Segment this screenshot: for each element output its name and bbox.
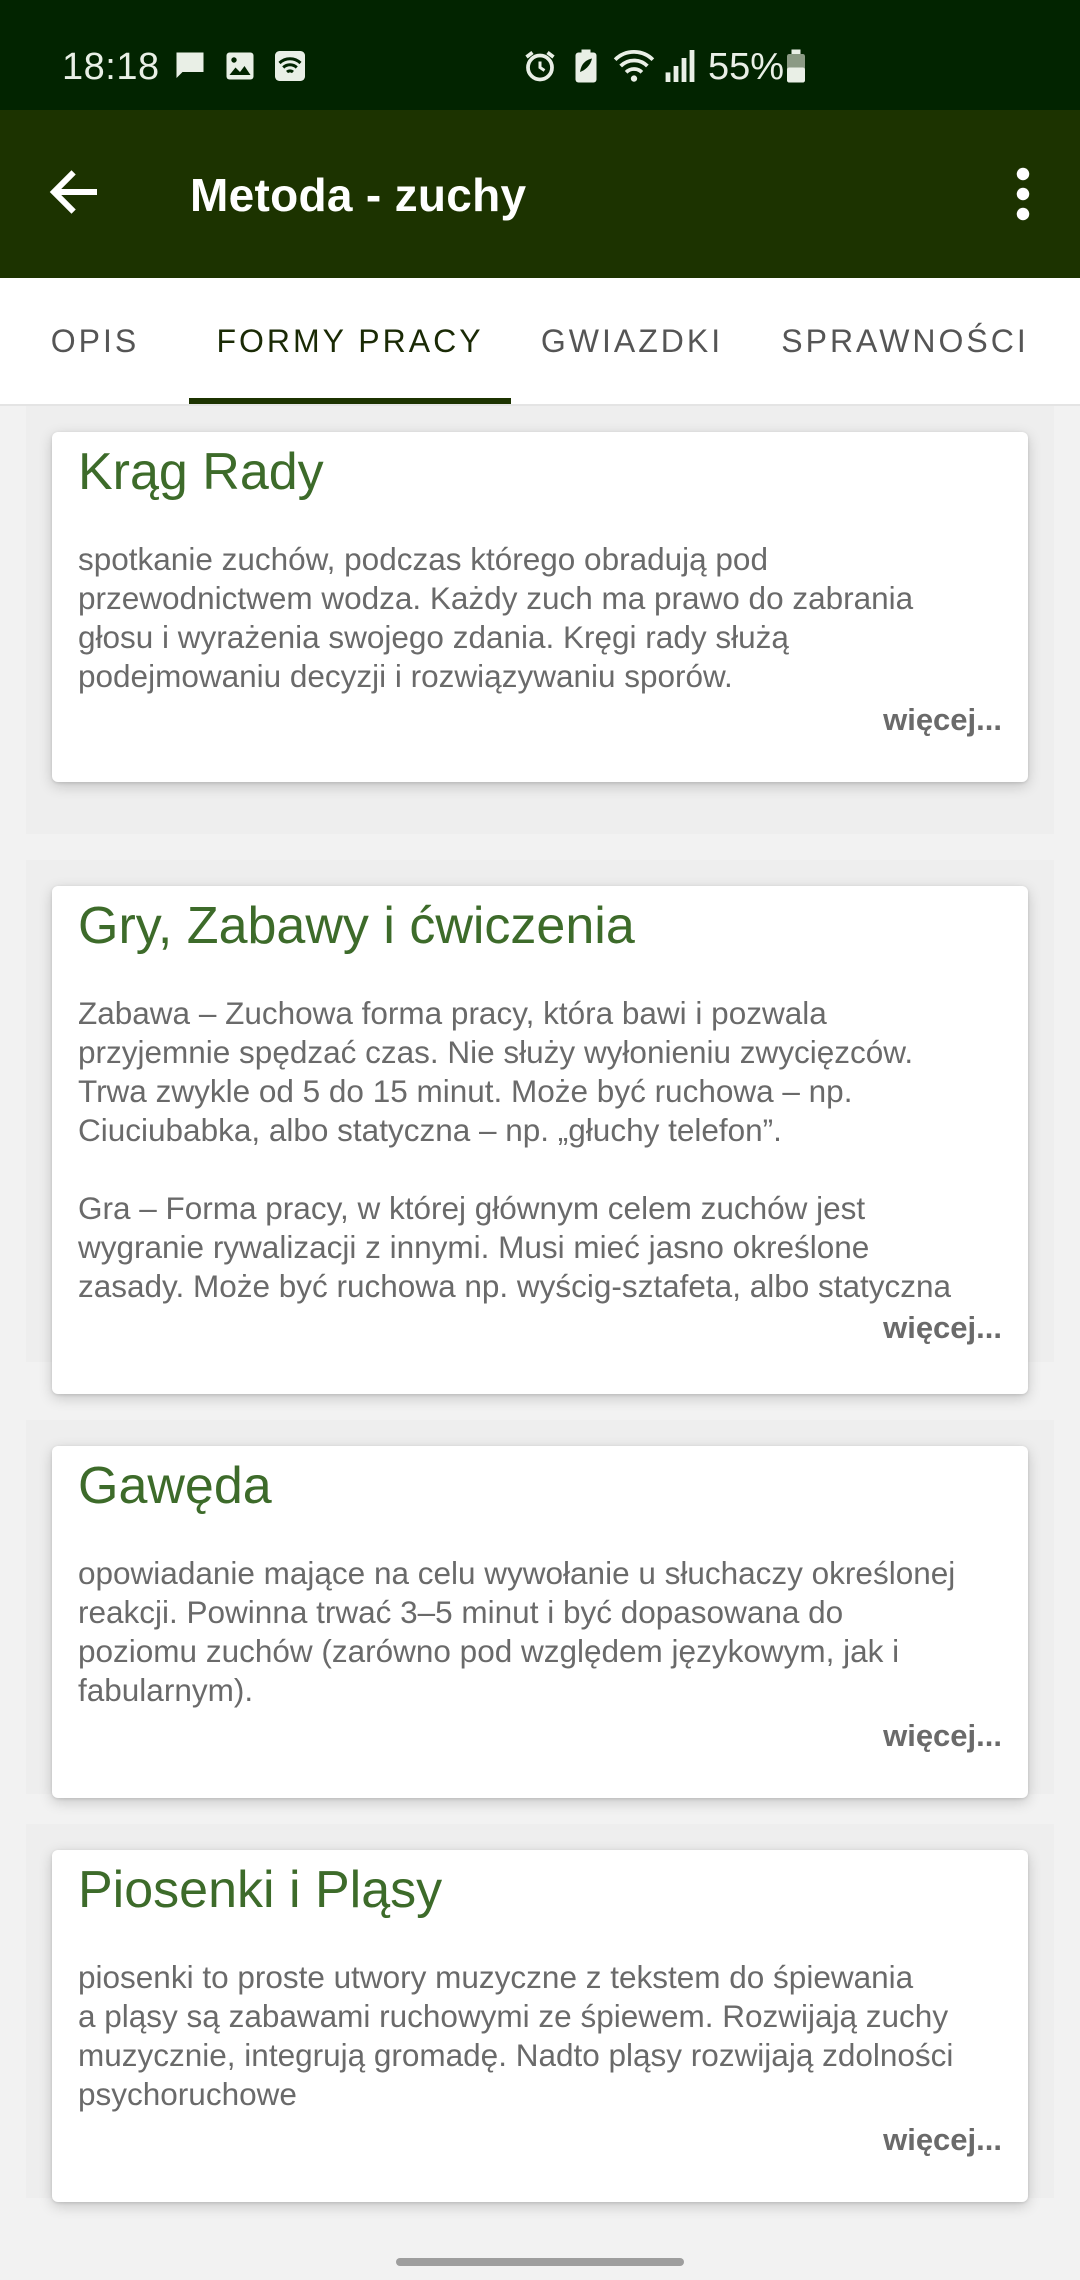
arrow-left-icon[interactable] <box>44 162 104 222</box>
card-description: Zabawa – Zuchowa forma pracy, która bawi… <box>78 995 952 1304</box>
card-title: Gawęda <box>78 1457 272 1515</box>
list-item[interactable]: Gry, Zabawy i ćwiczenia Zabawa – Zuchowa… <box>26 860 1054 1394</box>
card-description: spotkanie zuchów, podczas którego obradu… <box>78 541 914 694</box>
signal-icon <box>665 50 695 82</box>
card-title: Gry, Zabawy i ćwiczenia <box>78 897 635 955</box>
battery-icon <box>787 49 805 83</box>
more-link[interactable]: więcej... <box>883 1718 1002 1754</box>
chat-icon <box>176 52 204 78</box>
tab-sprawnosci[interactable]: SPRAWNOŚCI <box>770 278 1040 404</box>
form-card[interactable]: Gry, Zabawy i ćwiczenia Zabawa – Zuchowa… <box>52 886 1028 1394</box>
tab-opis[interactable]: OPIS <box>30 278 160 404</box>
page-title: Metoda - zuchy <box>190 169 527 221</box>
list-item[interactable]: Piosenki i Pląsy piosenki to proste utwo… <box>26 1824 1054 2202</box>
tab-gwiazdki[interactable]: GWIAZDKI <box>530 278 734 404</box>
card-title: Krąg Rady <box>78 443 324 501</box>
card-description: piosenki to proste utwory muzyczne z tek… <box>78 1959 954 2112</box>
form-card[interactable]: Gawęda opowiadanie mające na celu wywoła… <box>52 1446 1028 1798</box>
more-vert-icon[interactable] <box>998 164 1048 224</box>
gesture-nav-bar <box>0 2240 1080 2280</box>
battery-percentage: 55% <box>708 46 785 88</box>
more-link[interactable]: więcej... <box>883 1310 1002 1346</box>
image-icon <box>226 52 254 80</box>
status-time: 18:18 <box>62 46 160 88</box>
app-bar: Metoda - zuchy <box>0 110 1080 278</box>
list-item[interactable]: Gawęda opowiadanie mające na celu wywoła… <box>26 1420 1054 1798</box>
forms-list: Krąg Rady spotkanie zuchów, podczas któr… <box>0 406 1080 2240</box>
wifi-icon <box>613 50 655 82</box>
tab-bar: OPIS FORMY PRACY GWIAZDKI SPRAWNOŚCI <box>0 278 1080 406</box>
wifi-calling-icon <box>275 51 305 81</box>
status-bar: 18:18 55% <box>0 0 1080 110</box>
form-card[interactable]: Piosenki i Pląsy piosenki to proste utwo… <box>52 1850 1028 2202</box>
alarm-icon <box>525 51 555 82</box>
battery-saver-icon <box>575 49 597 83</box>
card-title: Piosenki i Pląsy <box>78 1861 443 1919</box>
more-link[interactable]: więcej... <box>883 2122 1002 2158</box>
tab-formy-pracy[interactable]: FORMY PRACY <box>189 278 511 404</box>
more-link[interactable]: więcej... <box>883 702 1002 738</box>
card-description: opowiadanie mające na celu wywołanie u s… <box>78 1555 956 1708</box>
home-handle[interactable] <box>396 2258 684 2266</box>
form-card[interactable]: Krąg Rady spotkanie zuchów, podczas któr… <box>52 432 1028 782</box>
active-tab-indicator <box>189 398 511 404</box>
list-item[interactable]: Krąg Rady spotkanie zuchów, podczas któr… <box>26 406 1054 834</box>
